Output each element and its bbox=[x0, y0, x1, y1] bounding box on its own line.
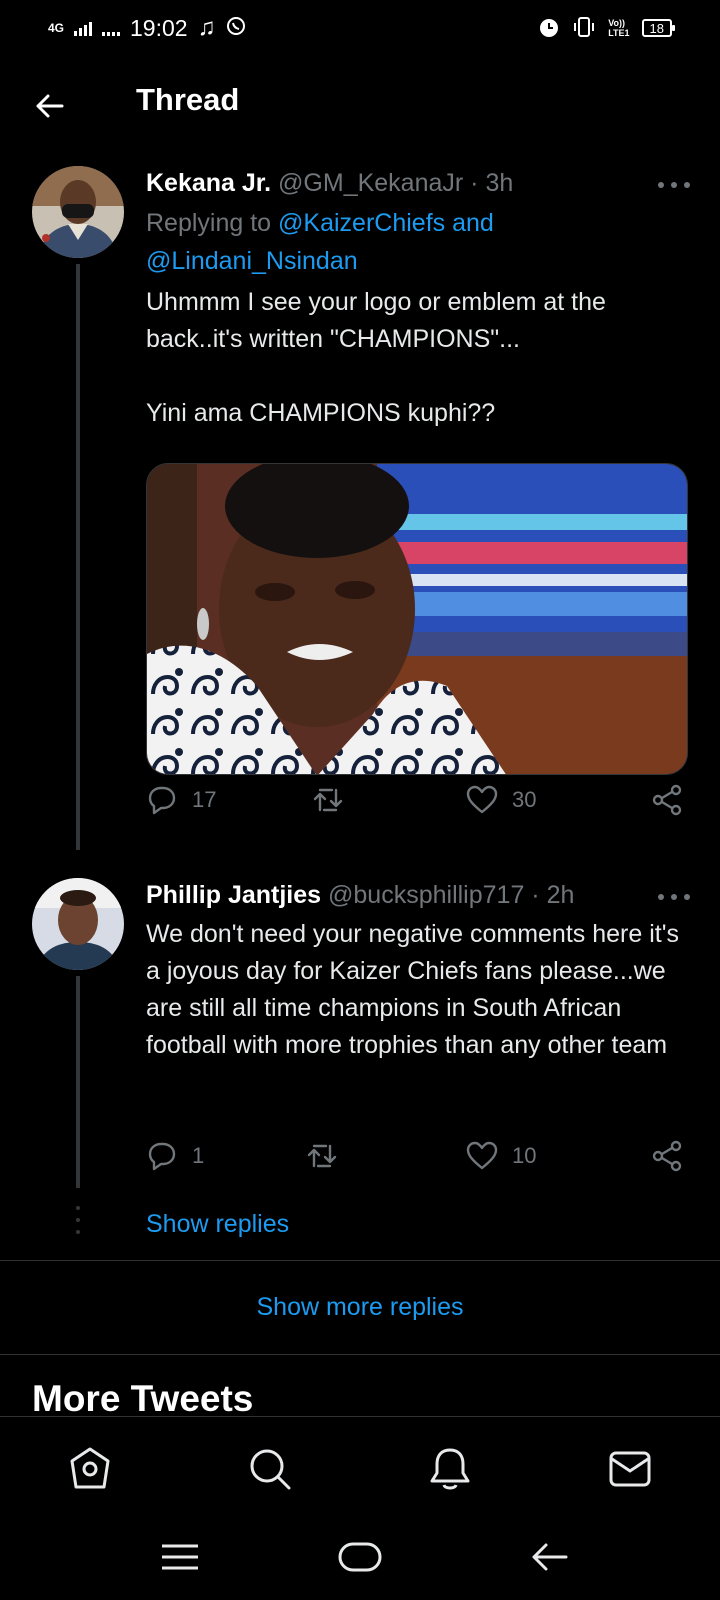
share-icon bbox=[652, 1140, 682, 1172]
like-button[interactable]: 10 bbox=[466, 1136, 536, 1176]
network-type: 4G bbox=[48, 21, 65, 35]
status-left: 4G 19:02 ♫ bbox=[48, 14, 246, 42]
mail-icon bbox=[609, 1451, 651, 1487]
avatar[interactable] bbox=[32, 166, 124, 258]
tweet-header: Phillip Jantjies @bucksphillip717 · 2h bbox=[146, 878, 688, 912]
divider bbox=[0, 1354, 720, 1355]
replying-to: Replying to @KaizerChiefs and @Lindani_N… bbox=[146, 204, 688, 280]
music-icon: ♫ bbox=[197, 14, 216, 41]
tweet-actions: 17 30 bbox=[146, 780, 688, 820]
retweet-icon bbox=[313, 788, 343, 812]
share-button[interactable] bbox=[652, 1136, 684, 1176]
reply-count: 1 bbox=[192, 1143, 205, 1168]
retweet-icon bbox=[307, 1144, 337, 1168]
tweet-text: Uhmmm I see your logo or emblem at the b… bbox=[146, 288, 606, 427]
dot-icon bbox=[658, 894, 664, 900]
retweet-button[interactable] bbox=[312, 780, 358, 820]
heart-icon bbox=[466, 1141, 498, 1170]
alarm-icon bbox=[538, 16, 560, 41]
author-name[interactable]: Phillip Jantjies bbox=[146, 881, 321, 909]
battery-level: 18 bbox=[649, 20, 664, 36]
lte-label-2: LTE1 bbox=[608, 28, 630, 38]
back-arrow-icon bbox=[36, 94, 64, 118]
share-icon bbox=[652, 784, 682, 816]
replying-prefix: Replying to bbox=[146, 209, 279, 237]
tweet-actions: 1 10 bbox=[146, 1136, 688, 1176]
thread-line bbox=[76, 976, 80, 1188]
lte-label-1: Vo)) bbox=[608, 18, 626, 28]
bottom-tab-bar bbox=[0, 1416, 720, 1518]
show-replies-link[interactable]: Show replies bbox=[146, 1210, 289, 1239]
more-options-button[interactable] bbox=[658, 177, 690, 193]
back-button[interactable] bbox=[32, 88, 68, 124]
thread-continuation-dots bbox=[76, 1206, 80, 1242]
lte-indicator: Vo)) LTE1 bbox=[608, 18, 629, 38]
thread-line bbox=[76, 264, 80, 850]
retweet-button[interactable] bbox=[306, 1136, 352, 1176]
signal-icon-2 bbox=[102, 20, 121, 36]
reply-button[interactable]: 17 bbox=[146, 780, 216, 820]
share-button[interactable] bbox=[652, 780, 684, 820]
like-count: 10 bbox=[512, 1143, 537, 1168]
author-handle[interactable]: @GM_KekanaJr bbox=[278, 169, 463, 197]
dot-icon bbox=[684, 894, 690, 900]
woman-photo-image bbox=[147, 464, 687, 774]
menu-icon bbox=[162, 1544, 198, 1570]
author-name[interactable]: Kekana Jr. bbox=[146, 169, 271, 197]
tweet-header: Kekana Jr. @GM_KekanaJr · 3h bbox=[146, 166, 688, 200]
tweet-time: · 2h bbox=[531, 881, 575, 909]
tweet-1[interactable]: Kekana Jr. @GM_KekanaJr · 3h Replying to… bbox=[0, 160, 720, 850]
system-back-button[interactable] bbox=[530, 1536, 570, 1578]
header: Thread bbox=[0, 60, 720, 150]
tweet-time: · 3h bbox=[470, 169, 514, 197]
like-button[interactable]: 30 bbox=[466, 780, 536, 820]
tab-messages[interactable] bbox=[606, 1445, 654, 1493]
signal-icon bbox=[74, 20, 93, 36]
system-navigation-bar bbox=[0, 1518, 720, 1600]
vibrate-icon bbox=[572, 16, 596, 41]
reply-icon bbox=[148, 1142, 176, 1171]
search-icon bbox=[250, 1449, 291, 1490]
reply-icon bbox=[148, 786, 176, 815]
tweet-body: Phillip Jantjies @bucksphillip717 · 2h W… bbox=[146, 878, 688, 1064]
system-home-button[interactable] bbox=[338, 1536, 382, 1578]
status-right: Vo)) LTE1 18 bbox=[538, 16, 676, 41]
dot-icon bbox=[658, 182, 664, 188]
dot-icon bbox=[684, 182, 690, 188]
author-handle[interactable]: @bucksphillip717 bbox=[328, 881, 524, 909]
divider bbox=[0, 1260, 720, 1261]
tab-home[interactable] bbox=[66, 1445, 114, 1493]
home-icon bbox=[70, 1447, 110, 1489]
home-pill-icon bbox=[338, 1542, 382, 1572]
reply-count: 17 bbox=[192, 787, 217, 812]
more-options-button[interactable] bbox=[658, 889, 690, 905]
dot-icon bbox=[671, 182, 677, 188]
like-count: 30 bbox=[512, 787, 537, 812]
heart-icon bbox=[466, 785, 498, 814]
more-tweets-heading: More Tweets bbox=[32, 1378, 254, 1419]
battery-icon: 18 bbox=[641, 19, 676, 37]
avatar[interactable] bbox=[32, 878, 124, 970]
back-arrow-icon bbox=[532, 1543, 568, 1571]
tweet-text: We don't need your negative comments her… bbox=[146, 920, 686, 1059]
page-title: Thread bbox=[136, 82, 240, 117]
tweet-body: Kekana Jr. @GM_KekanaJr · 3h Replying to… bbox=[146, 166, 688, 432]
show-more-replies-link[interactable]: Show more replies bbox=[0, 1293, 720, 1322]
dot-icon bbox=[671, 894, 677, 900]
bell-icon bbox=[430, 1448, 470, 1490]
reply-button[interactable]: 1 bbox=[146, 1136, 204, 1176]
tweet-2[interactable]: Phillip Jantjies @bucksphillip717 · 2h W… bbox=[0, 872, 720, 1192]
whatsapp-icon bbox=[226, 15, 246, 42]
status-time: 19:02 bbox=[130, 14, 188, 41]
tab-search[interactable] bbox=[246, 1445, 294, 1493]
status-bar: 4G 19:02 ♫ Vo)) LTE1 18 bbox=[0, 0, 720, 56]
system-menu-button[interactable] bbox=[160, 1536, 200, 1578]
tweet-media-image[interactable] bbox=[146, 463, 688, 775]
tab-notifications[interactable] bbox=[426, 1445, 474, 1493]
